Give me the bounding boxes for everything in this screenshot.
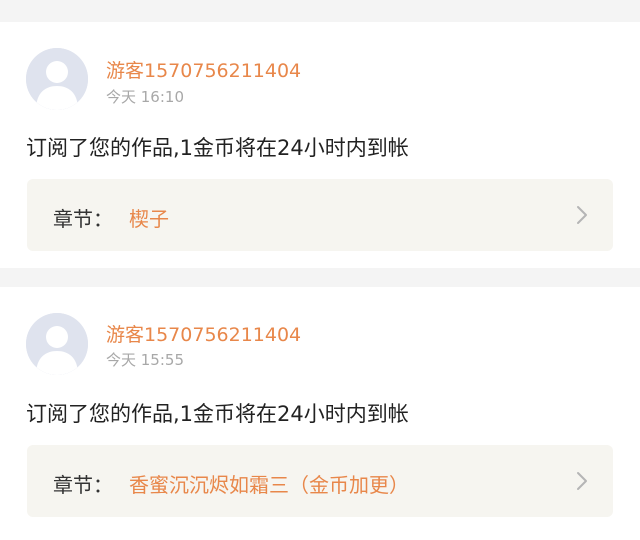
- timestamp: 今天 16:10: [106, 88, 184, 106]
- notification-message: 订阅了您的作品,1金币将在24小时内到帐: [26, 136, 409, 160]
- chevron-right-icon: [577, 472, 587, 490]
- chapter-link[interactable]: 章节： 香蜜沉沉烬如霜三（金币加更）: [27, 445, 613, 517]
- username[interactable]: 游客1570756211404: [106, 56, 301, 83]
- notification-message: 订阅了您的作品,1金币将在24小时内到帐: [26, 402, 409, 426]
- notification-card: 游客1570756211404 今天 16:10 订阅了您的作品,1金币将在24…: [0, 22, 640, 268]
- notification-feed: 游客1570756211404 今天 16:10 订阅了您的作品,1金币将在24…: [0, 0, 640, 540]
- chapter-title: 香蜜沉沉烬如霜三（金币加更）: [129, 473, 409, 497]
- chevron-right-icon: [577, 206, 587, 224]
- chapter-link[interactable]: 章节： 楔子: [27, 179, 613, 251]
- username[interactable]: 游客1570756211404: [106, 320, 301, 347]
- chapter-title: 楔子: [129, 207, 169, 231]
- default-avatar-icon[interactable]: [26, 313, 88, 375]
- chapter-label: 章节：: [53, 207, 113, 231]
- chapter-label: 章节：: [53, 473, 113, 497]
- timestamp: 今天 15:55: [106, 351, 184, 369]
- notification-card: 游客1570756211404 今天 15:55 订阅了您的作品,1金币将在24…: [0, 287, 640, 540]
- default-avatar-icon[interactable]: [26, 48, 88, 110]
